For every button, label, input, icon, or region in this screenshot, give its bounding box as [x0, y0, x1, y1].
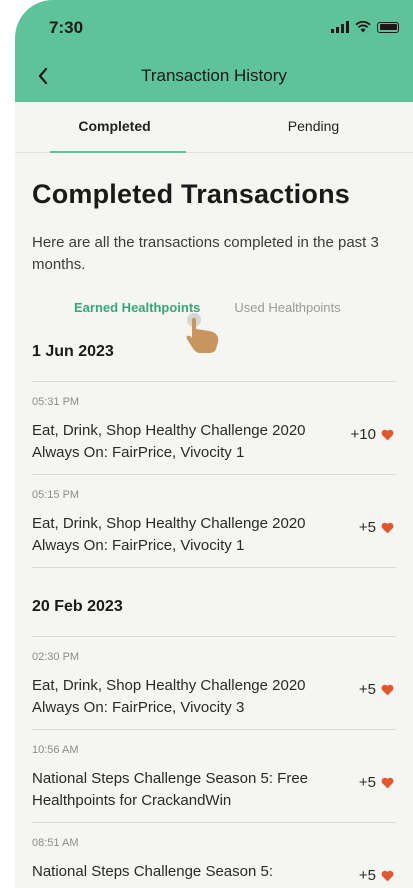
transaction-points: +5 — [359, 519, 394, 536]
transaction-description: National Steps Challenge Season 5: Free … — [32, 770, 309, 809]
transaction-time: 05:31 PM — [32, 396, 80, 408]
transaction-time: 05:15 PM — [32, 489, 80, 501]
transaction-points: +5 — [359, 867, 394, 884]
app-header: 7:30 Transaction History — [15, 0, 413, 102]
section-heading: Completed Transactions — [32, 179, 350, 209]
transaction-time: 10:56 AM — [32, 744, 79, 756]
transaction-points: +5 — [359, 681, 394, 698]
transaction-time: 02:30 PM — [32, 651, 80, 663]
signal-icon — [331, 21, 349, 33]
transaction-item[interactable]: 08:51 AM National Steps Challenge Season… — [32, 823, 396, 888]
filter-used-healthpoints[interactable]: Used Healthpoints — [234, 300, 340, 315]
status-time: 7:30 — [49, 18, 84, 37]
transaction-item[interactable]: 10:56 AM National Steps Challenge Season… — [32, 730, 396, 823]
heart-icon — [381, 522, 394, 533]
tab-bar: Completed Pending — [15, 102, 413, 153]
transaction-points: +10 — [351, 426, 394, 443]
points-value: +5 — [358, 774, 376, 791]
main-content: Completed Transactions Here are all the … — [15, 179, 413, 888]
points-value: +5 — [358, 519, 376, 536]
intro-text: Here are all the transactions completed … — [32, 234, 379, 273]
hand-pointer-icon — [186, 313, 219, 353]
transaction-description: Eat, Drink, Shop Healthy Challenge 2020 … — [32, 422, 306, 461]
heart-icon — [381, 684, 394, 695]
tab-completed[interactable]: Completed — [15, 102, 214, 153]
wifi-icon — [355, 21, 371, 33]
battery-icon — [377, 21, 399, 33]
transaction-time: 08:51 AM — [32, 837, 79, 849]
phone-screen: 7:30 Transaction History Completed Pendi… — [15, 0, 413, 888]
tab-pending[interactable]: Pending — [214, 102, 413, 152]
transaction-item[interactable]: 02:30 PM Eat, Drink, Shop Healthy Challe… — [32, 636, 396, 730]
transaction-item[interactable]: 05:15 PM Eat, Drink, Shop Healthy Challe… — [32, 475, 396, 568]
points-value: +5 — [358, 867, 376, 884]
date-header: 20 Feb 2023 — [32, 598, 123, 615]
points-value: +5 — [358, 681, 376, 698]
page-title: Transaction History — [141, 66, 287, 85]
transaction-description: Eat, Drink, Shop Healthy Challenge 2020 … — [32, 677, 306, 716]
heart-icon — [381, 429, 394, 440]
heart-icon — [381, 870, 394, 881]
transaction-description: Eat, Drink, Shop Healthy Challenge 2020 … — [32, 515, 306, 554]
transaction-item[interactable]: 05:31 PM Eat, Drink, Shop Healthy Challe… — [32, 381, 396, 475]
transaction-points: +5 — [359, 774, 394, 791]
points-value: +10 — [350, 426, 376, 443]
filter-earned-healthpoints[interactable]: Earned Healthpoints — [74, 300, 200, 315]
transaction-description: National Steps Challenge Season 5: — [32, 863, 273, 880]
status-icons — [331, 21, 399, 33]
heart-icon — [381, 777, 394, 788]
